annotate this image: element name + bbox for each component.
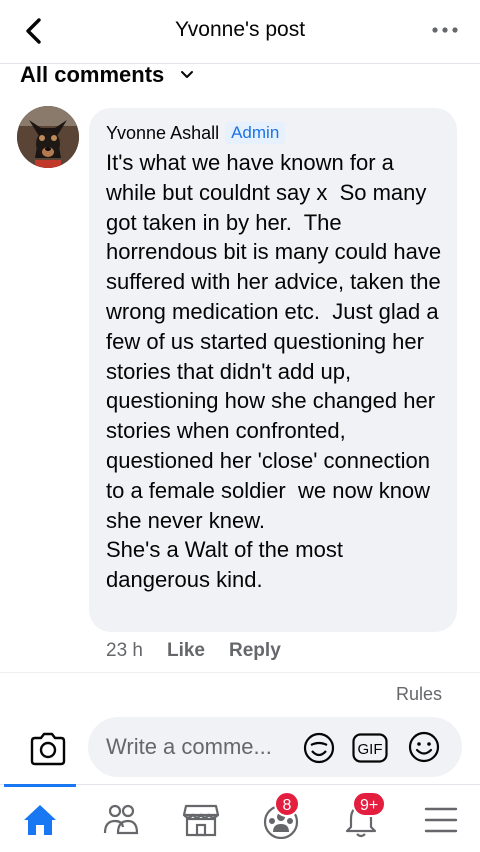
tab-groups[interactable]: 8 (240, 785, 320, 852)
friends-icon (103, 804, 139, 835)
tab-friends[interactable] (80, 785, 160, 852)
comment-text: It's what we have known for a while but … (106, 150, 442, 593)
tab-menu[interactable] (400, 785, 480, 852)
comment-input[interactable] (106, 731, 306, 763)
tab-home[interactable] (0, 784, 80, 852)
reply-button[interactable]: Reply (229, 640, 281, 662)
admin-badge: Admin (225, 122, 286, 144)
rules-link[interactable]: Rules (396, 684, 442, 705)
comment-bubble: Yvonne Ashall Admin It's what we have kn… (89, 108, 457, 632)
comments-filter-dropdown[interactable]: All comments (20, 60, 194, 90)
gif-icon-label: GIF (358, 741, 383, 758)
tab-notifications[interactable]: 9+ (320, 785, 400, 852)
comment-author-row: Yvonne Ashall Admin (106, 122, 441, 144)
top-bar: Yvonne's post (0, 0, 480, 64)
more-horizontal-icon[interactable] (430, 18, 460, 42)
avatar[interactable] (17, 106, 79, 168)
comment-input-box[interactable]: GIF (88, 717, 462, 777)
notifications-badge: 9+ (352, 791, 387, 817)
active-tab-indicator (4, 784, 76, 787)
sticker-icon[interactable] (302, 731, 336, 765)
comment-timestamp[interactable]: 23 h (106, 640, 143, 662)
comment-actions: 23 h Like Reply (106, 640, 281, 662)
gif-icon[interactable]: GIF (352, 733, 388, 763)
chevron-down-icon (181, 71, 194, 78)
page-title: Yvonne's post (174, 18, 306, 41)
menu-icon (424, 807, 458, 833)
groups-badge: 8 (274, 791, 300, 817)
camera-icon[interactable] (28, 731, 68, 767)
home-icon (24, 805, 56, 835)
comments-filter-label: All comments (20, 62, 165, 87)
emoji-icon[interactable] (408, 731, 440, 763)
bottom-tab-bar: 8 9+ (0, 784, 480, 852)
dog-avatar-image (17, 106, 79, 168)
comment-author-name[interactable]: Yvonne Ashall (106, 123, 219, 144)
marketplace-icon (182, 804, 220, 837)
tab-marketplace[interactable] (160, 785, 240, 852)
like-button[interactable]: Like (167, 640, 205, 662)
